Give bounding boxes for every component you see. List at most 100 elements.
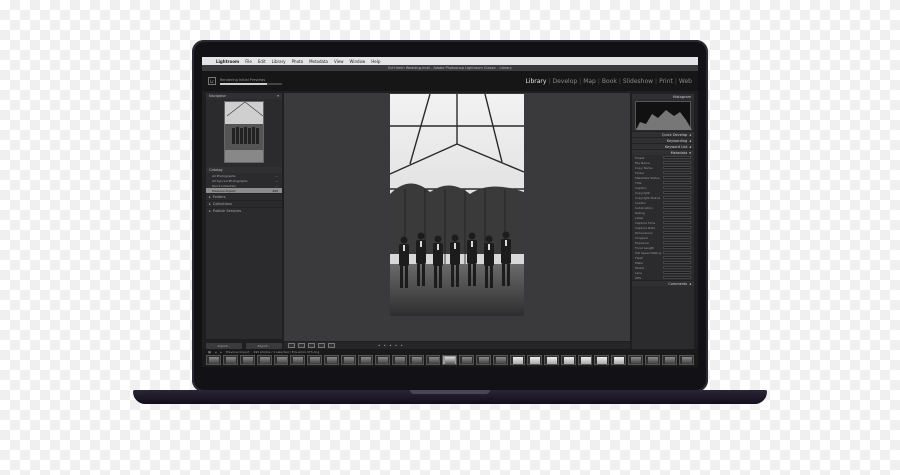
- grid-icon[interactable]: ▦: [208, 350, 211, 354]
- metadata-field[interactable]: [663, 191, 691, 194]
- menu-library[interactable]: Library: [272, 59, 286, 64]
- metadata-field[interactable]: [663, 241, 691, 244]
- menu-app[interactable]: Lightroom: [216, 59, 239, 64]
- metadata-field[interactable]: [663, 206, 691, 209]
- filmstrip-thumbnail[interactable]: [374, 355, 390, 365]
- filmstrip-thumbnail[interactable]: [543, 355, 559, 365]
- filmstrip-thumbnail[interactable]: [476, 355, 492, 365]
- menu-metadata[interactable]: Metadata: [309, 59, 328, 64]
- filmstrip-thumbnail[interactable]: [678, 355, 694, 365]
- metadata-field[interactable]: [663, 271, 691, 274]
- metadata-row-label: GPS: [635, 275, 642, 280]
- metadata-field[interactable]: [663, 246, 691, 249]
- metadata-field[interactable]: [663, 156, 691, 159]
- rating-stars-icon[interactable]: • • • • •: [378, 343, 404, 348]
- module-book[interactable]: Book: [602, 78, 617, 85]
- filmstrip-thumbnail[interactable]: [628, 355, 644, 365]
- filmstrip-thumbnail[interactable]: [611, 355, 627, 365]
- metadata-field[interactable]: [663, 231, 691, 234]
- back-icon[interactable]: ◂: [215, 350, 217, 354]
- metadata-field[interactable]: [663, 261, 691, 264]
- filmstrip-thumbnail-selected[interactable]: [442, 355, 458, 365]
- forward-icon[interactable]: ▸: [220, 350, 222, 354]
- metadata-field[interactable]: [663, 196, 691, 199]
- metadata-field[interactable]: [663, 276, 691, 279]
- main-photo[interactable]: [390, 94, 524, 316]
- filmstrip-thumbnail[interactable]: [425, 355, 441, 365]
- collections-section[interactable]: ▸ Collections: [206, 200, 282, 207]
- comments-header[interactable]: Comments ◂: [632, 280, 694, 286]
- filmstrip-thumbnail[interactable]: [510, 355, 525, 365]
- filmstrip-thumbnail[interactable]: [341, 355, 357, 365]
- navigator-thumbnail[interactable]: [224, 101, 264, 163]
- filmstrip-thumbnail[interactable]: [358, 355, 373, 365]
- chevron-left-icon: ◂: [689, 281, 691, 286]
- filmstrip-source[interactable]: Previous Import: [226, 350, 250, 354]
- filmstrip-thumbnail[interactable]: [256, 355, 272, 365]
- publish-services-section[interactable]: ▸ Publish Services: [206, 207, 282, 214]
- thumbnail-image: [597, 357, 608, 364]
- module-map[interactable]: Map: [583, 78, 596, 85]
- menu-edit[interactable]: Edit: [258, 59, 266, 64]
- filmstrip-thumbnail[interactable]: [493, 355, 509, 365]
- metadata-row-label: Model: [635, 265, 645, 270]
- compare-view-button[interactable]: [308, 343, 315, 348]
- metadata-row-label: Lens: [635, 270, 642, 275]
- module-library[interactable]: Library: [525, 78, 546, 85]
- menu-window[interactable]: Window: [350, 59, 366, 64]
- filmstrip-thumbnail[interactable]: [391, 355, 407, 365]
- people-view-button[interactable]: [328, 343, 335, 348]
- metadata-field[interactable]: [663, 186, 691, 189]
- folders-section[interactable]: ▸ Folders: [206, 193, 282, 200]
- menu-help[interactable]: Help: [371, 59, 380, 64]
- module-develop[interactable]: Develop: [552, 78, 577, 85]
- metadata-field[interactable]: [663, 236, 691, 239]
- metadata-field[interactable]: [663, 266, 691, 269]
- metadata-field[interactable]: [663, 161, 691, 164]
- menu-file[interactable]: File: [245, 59, 252, 64]
- metadata-field[interactable]: [663, 221, 691, 224]
- filmstrip-thumbnail[interactable]: [324, 355, 340, 365]
- filmstrip-thumbnail[interactable]: [594, 355, 610, 365]
- filmstrip-thumbnail[interactable]: [459, 355, 475, 365]
- filmstrip-thumbnail[interactable]: [239, 355, 255, 365]
- filmstrip-thumbnail[interactable]: [577, 355, 593, 365]
- filmstrip-thumbnail[interactable]: [290, 355, 306, 365]
- histogram-header[interactable]: Histogram: [632, 93, 694, 99]
- menu-view[interactable]: View: [334, 59, 344, 64]
- module-print[interactable]: Print: [659, 78, 673, 85]
- metadata-rows: Preset File Name Copy Name Folder Metadata S…: [632, 155, 694, 280]
- filmstrip-thumbnail[interactable]: [222, 355, 238, 365]
- metadata-field[interactable]: [663, 251, 691, 254]
- metadata-field[interactable]: [663, 256, 691, 259]
- filmstrip-thumbnail[interactable]: [662, 355, 677, 365]
- thumbnail-image: [648, 357, 659, 364]
- filmstrip-thumbnail[interactable]: [526, 355, 542, 365]
- survey-view-button[interactable]: [318, 343, 325, 348]
- thumbnail-image: [428, 357, 439, 364]
- metadata-field[interactable]: [663, 211, 691, 214]
- filmstrip-thumbnail[interactable]: [408, 355, 424, 365]
- metadata-field[interactable]: [663, 201, 691, 204]
- metadata-field[interactable]: [663, 181, 691, 184]
- catalog-item-count: ...: [275, 173, 278, 178]
- module-web[interactable]: Web: [679, 78, 692, 85]
- module-slideshow[interactable]: Slideshow: [623, 78, 653, 85]
- grid-view-button[interactable]: [288, 343, 295, 348]
- metadata-field[interactable]: [663, 171, 691, 174]
- filmstrip-thumbnail[interactable]: [560, 355, 576, 365]
- activity-progress[interactable]: Rendering Initial Previews: [220, 78, 282, 85]
- filmstrip-thumbnail[interactable]: [206, 355, 221, 365]
- metadata-field[interactable]: [663, 216, 691, 219]
- metadata-field[interactable]: [663, 176, 691, 179]
- metadata-field[interactable]: [663, 166, 691, 169]
- metadata-field[interactable]: [663, 226, 691, 229]
- filmstrip-thumbnail[interactable]: [645, 355, 661, 365]
- metadata-row-label: Copyright Status: [635, 195, 661, 200]
- navigator-header[interactable]: Navigator ▾: [206, 93, 282, 99]
- laptop-notch: [410, 390, 490, 394]
- filmstrip-thumbnail[interactable]: [307, 355, 323, 365]
- loupe-view-button[interactable]: [298, 343, 305, 348]
- menu-photo[interactable]: Photo: [292, 59, 303, 64]
- filmstrip-thumbnail[interactable]: [273, 355, 289, 365]
